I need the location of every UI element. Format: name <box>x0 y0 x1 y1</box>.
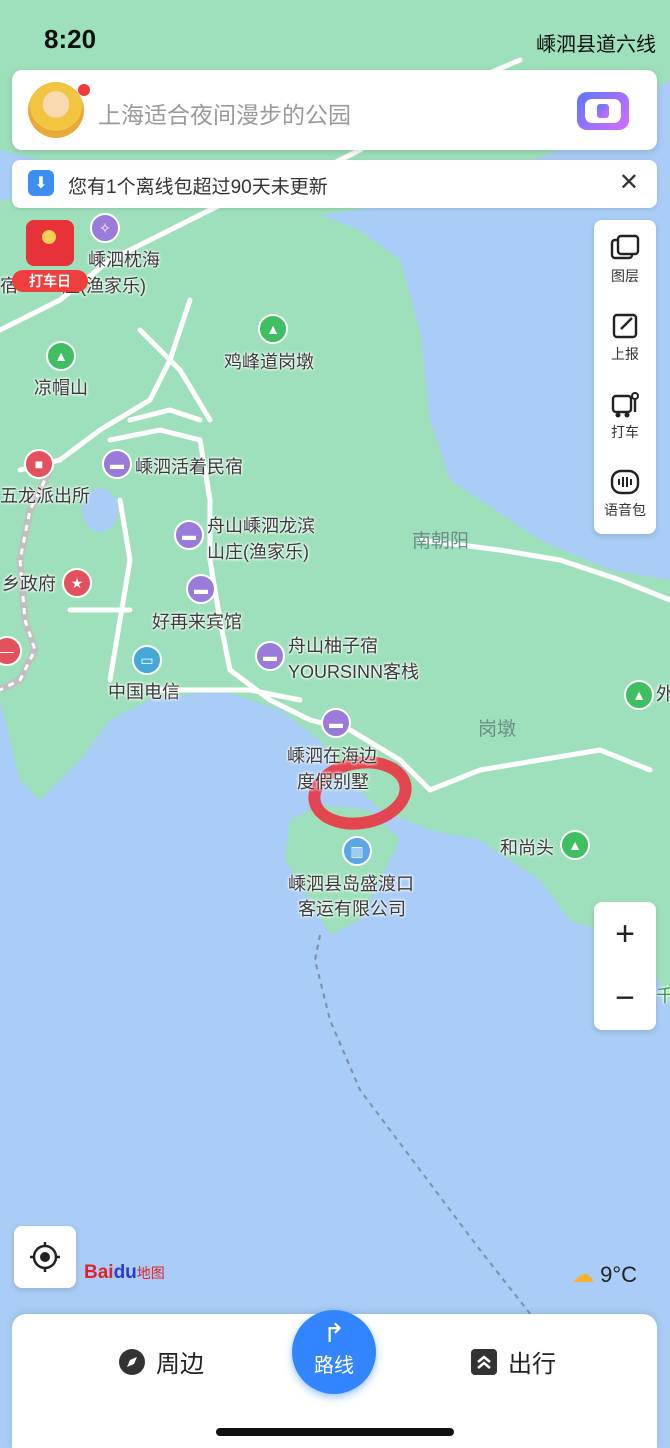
layers-icon <box>610 234 640 260</box>
pin-zaihaibian[interactable]: ▬ <box>321 708 351 738</box>
label-youzi-2[interactable]: YOURSINN客栈 <box>288 660 419 684</box>
label-xiangzhengfu[interactable]: 乡政府 <box>2 572 56 596</box>
label-nanchaoyang: 南朝阳 <box>412 531 470 552</box>
route-arrow-icon: ↱ <box>323 1318 345 1348</box>
compass-icon <box>119 1348 145 1375</box>
pin-dianxin[interactable]: ▭ <box>132 645 162 675</box>
status-time: 8:20 <box>44 24 97 54</box>
logo-bai: Bai <box>84 1262 114 1283</box>
pin-haozailai[interactable]: ▬ <box>186 574 216 604</box>
report-button[interactable]: 上报 <box>594 298 656 376</box>
close-icon[interactable]: ✕ <box>619 168 639 197</box>
label-zaihaibian-2[interactable]: 度假别墅 <box>297 770 369 794</box>
home-indicator <box>216 1428 454 1436</box>
travel-icon <box>471 1348 497 1375</box>
pin-ferry[interactable]: ▥ <box>342 836 372 866</box>
locate-icon <box>30 1242 60 1272</box>
notification-dot <box>78 84 90 96</box>
logo-du: du <box>113 1262 137 1283</box>
pin-jifeng[interactable]: ▲ <box>258 314 288 344</box>
label-longbin-1[interactable]: 舟山嵊泗龙滨 <box>207 514 315 538</box>
zoom-in-button[interactable]: + <box>594 902 656 966</box>
report-label: 上报 <box>611 346 639 362</box>
voice-assistant-button[interactable] <box>577 92 629 130</box>
side-toolbar: 图层 上报 打车 语音包 <box>594 220 656 534</box>
voice-pack-label: 语音包 <box>604 502 646 518</box>
travel-label: 出行 <box>508 1351 556 1378</box>
label-ferry-1[interactable]: 嵊泗县岛盛渡口 <box>288 872 414 896</box>
nearby-button[interactable]: 周边 <box>118 1344 204 1379</box>
zoom-controls: + − <box>594 902 656 1030</box>
download-icon: ⬇ <box>28 170 54 196</box>
label-youzi-1[interactable]: 舟山柚子宿 <box>288 634 378 658</box>
label-dianxin[interactable]: 中国电信 <box>108 680 180 704</box>
route-button[interactable]: ↱ 路线 <box>292 1310 376 1394</box>
offline-package-notice[interactable]: ⬇ 您有1个离线包超过90天未更新 ✕ <box>12 160 657 208</box>
label-right-cut-2: 千 <box>656 986 670 1006</box>
voice-pack-icon <box>610 469 640 495</box>
label-haozailai[interactable]: 好再来宾馆 <box>152 610 242 634</box>
label-ferry-2[interactable]: 客运有限公司 <box>298 897 406 921</box>
label-gangdun: 岗墩 <box>478 719 517 740</box>
label-right-cut: 外 <box>656 684 670 704</box>
taxi-icon <box>611 392 639 418</box>
travel-button[interactable]: 出行 <box>470 1344 556 1379</box>
label-liangmao[interactable]: 凉帽山 <box>34 376 88 400</box>
avatar[interactable] <box>28 82 84 138</box>
layers-button[interactable]: 图层 <box>594 220 656 298</box>
label-zaihaibian-1[interactable]: 嵊泗在海边 <box>287 744 377 768</box>
route-label: 路线 <box>314 1355 354 1377</box>
pin-xiangzhengfu[interactable]: ★ <box>62 568 92 598</box>
label-huozhe[interactable]: 嵊泗活着民宿 <box>135 455 243 479</box>
nearby-label: 周边 <box>156 1351 204 1378</box>
label-heshangtou[interactable]: 和尚头 <box>500 836 554 860</box>
label-jifeng[interactable]: 鸡峰道岗墩 <box>224 350 314 374</box>
locate-button[interactable] <box>14 1226 76 1288</box>
pin-right-cut[interactable]: ▲ <box>624 680 654 710</box>
status-right-text: 嵊泗县道六线 <box>536 34 656 56</box>
search-bar[interactable]: 上海适合夜间漫步的公园 <box>12 70 657 150</box>
status-bar: 8:20 嵊泗县道六线 <box>0 0 670 64</box>
redpacket-icon <box>26 220 74 266</box>
pin-heshangtou[interactable]: ▲ <box>560 830 590 860</box>
pin-wulong-police[interactable]: ■ <box>24 449 54 479</box>
pin-liangmao[interactable]: ▲ <box>46 341 76 371</box>
edit-icon <box>612 313 638 339</box>
voice-assistant-icon <box>585 99 621 123</box>
weather-cloud-icon: ☁ <box>572 1262 594 1287</box>
taxi-button[interactable]: 打车 <box>594 376 656 454</box>
search-input[interactable]: 上海适合夜间漫步的公园 <box>98 96 351 130</box>
pin-longbin[interactable]: ▬ <box>174 520 204 550</box>
pin-youzi[interactable]: ▬ <box>255 641 285 671</box>
layers-label: 图层 <box>611 268 639 284</box>
notice-text: 您有1个离线包超过90天未更新 <box>68 177 328 198</box>
zoom-out-button[interactable]: − <box>594 966 656 1030</box>
pin-huozhe[interactable]: ▬ <box>102 449 132 479</box>
label-zhenhai[interactable]: 嵊泗枕海 <box>88 248 160 272</box>
voice-pack-button[interactable]: 语音包 <box>594 454 656 532</box>
pin-zhenhai[interactable]: ✧ <box>90 213 120 243</box>
label-wulong[interactable]: 五龙派出所 <box>0 484 90 508</box>
redpacket-tag: 打车日 <box>12 270 88 292</box>
weather-widget[interactable]: ☁ 9°C <box>572 1262 637 1288</box>
taxi-day-redpacket[interactable]: 打车日 <box>12 220 88 292</box>
baidu-map-logo: Baidu地图 <box>84 1262 165 1284</box>
label-longbin-2[interactable]: 山庄(渔家乐) <box>207 540 309 564</box>
taxi-label: 打车 <box>611 424 639 440</box>
weather-temp: 9°C <box>600 1262 638 1287</box>
logo-cn: 地图 <box>136 1265 165 1281</box>
